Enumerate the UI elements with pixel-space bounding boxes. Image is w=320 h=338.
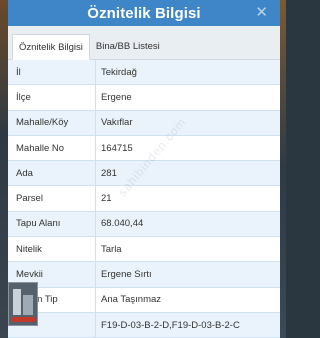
table-row: İl Tekirdağ [8, 60, 280, 86]
row-label: Mahalle/Köy [8, 110, 96, 135]
background-left-edge [0, 0, 8, 338]
row-label: İlçe [8, 85, 96, 110]
modal-title: Öznitelik Bilgisi [87, 4, 201, 22]
row-value: 281 [101, 167, 117, 179]
row-value: Tarla [101, 243, 122, 255]
row-value: 68.040,44 [101, 218, 144, 230]
realty-logo-icon [8, 282, 38, 326]
row-label: Mahalle No [8, 135, 96, 161]
row-label: İl [8, 60, 96, 85]
row-label: Tapu Alanı [8, 211, 96, 237]
close-icon[interactable]: ✕ [255, 4, 268, 21]
attribute-table: İl Tekirdağ İlçe Ergene Mahalle/Köy Vakı… [8, 60, 280, 338]
table-row: Mahalle No 164715 [8, 135, 280, 162]
row-value: 21 [101, 193, 112, 205]
attribute-info-modal: Öznitelik Bilgisi ✕ Öznitelik Bilgisi Bi… [8, 0, 280, 338]
row-value: 164715 [101, 142, 133, 154]
table-row: Tapu Alanı 68.040,44 [8, 211, 280, 238]
table-row: Nitelik Tarla [8, 237, 280, 263]
table-row: F19-D-03-B-2-D,F19-D-03-B-2-C [8, 312, 280, 338]
row-value: Vakıflar [101, 117, 133, 129]
tab-building-list[interactable]: Bina/BB Listesi [90, 33, 166, 59]
table-row: Mevkii Ergene Sırtı [8, 262, 280, 288]
row-value: Tekirdağ [101, 66, 137, 78]
tab-attribute-info[interactable]: Öznitelik Bilgisi [12, 34, 90, 60]
table-row: Parsel 21 [8, 186, 280, 212]
row-value: Ergene Sırtı [101, 269, 152, 281]
table-row: Ada 281 [8, 161, 280, 187]
row-label: Ada [8, 161, 96, 186]
table-row: Mahalle/Köy Vakıflar [8, 110, 280, 136]
table-row: İlçe Ergene [8, 85, 280, 111]
modal-header: Öznitelik Bilgisi ✕ [8, 0, 280, 26]
table-row: Zemin Tip Ana Taşınmaz [8, 287, 280, 313]
row-label: Parsel [8, 186, 96, 211]
tab-bar: Öznitelik Bilgisi Bina/BB Listesi [8, 26, 280, 60]
row-value: Ana Taşınmaz [101, 294, 162, 306]
row-label: Nitelik [8, 237, 96, 262]
row-value: Ergene [101, 91, 132, 103]
background-right-edge [280, 0, 286, 338]
row-value: F19-D-03-B-2-D,F19-D-03-B-2-C [101, 319, 240, 331]
